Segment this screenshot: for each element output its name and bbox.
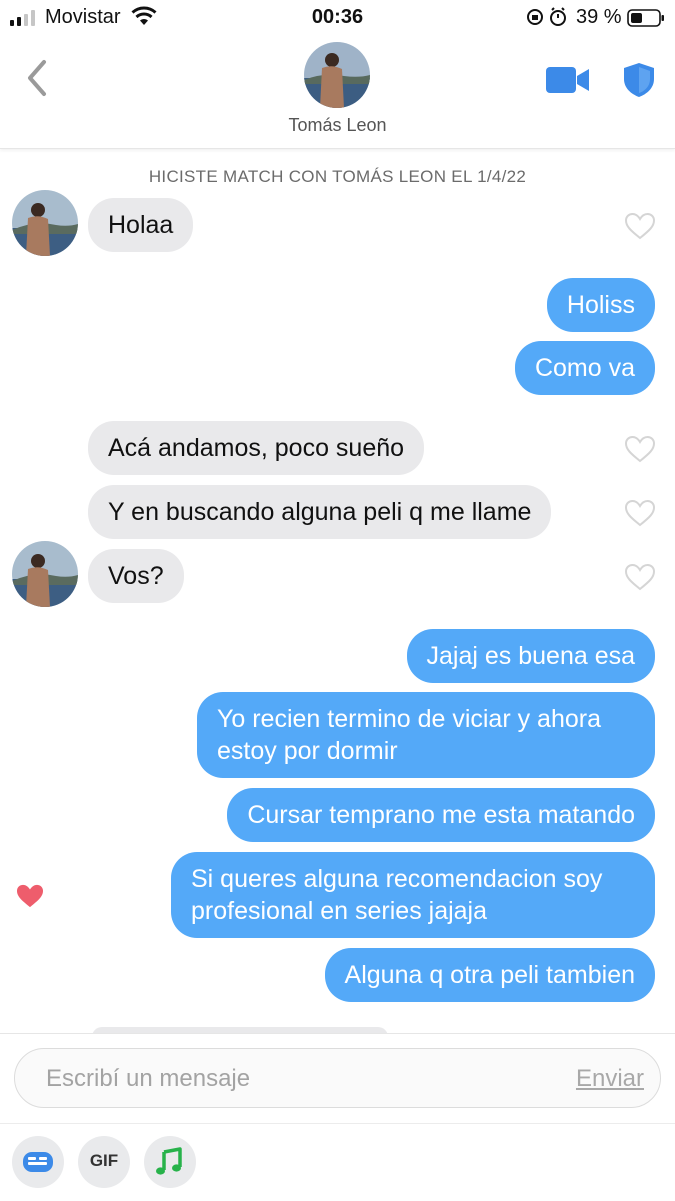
- header-avatar[interactable]: [304, 42, 370, 108]
- card-icon: [23, 1152, 53, 1172]
- card-button[interactable]: [12, 1136, 64, 1188]
- rotation-lock-icon: [527, 7, 566, 26]
- chat-header: Tomás Leon: [0, 34, 675, 149]
- match-notice: HICISTE MATCH CON TOMÁS LEON EL 1/4/22: [148, 167, 527, 186]
- message-incoming[interactable]: Holaa: [88, 198, 194, 252]
- message-outgoing[interactable]: Como va: [514, 341, 655, 395]
- message-incoming[interactable]: Acá andamos, poco sueño: [88, 421, 425, 475]
- music-button[interactable]: [144, 1136, 196, 1188]
- avatar[interactable]: [12, 190, 78, 256]
- send-button[interactable]: Enviar: [576, 1065, 644, 1093]
- battery-percentage: 39 %: [576, 6, 622, 28]
- message-placeholder: Escribí un mensaje: [46, 1065, 251, 1092]
- safety-shield-icon[interactable]: [623, 62, 655, 98]
- liked-heart-icon: [17, 884, 43, 908]
- status-bar: Movistar 00:36 39 %: [0, 0, 675, 34]
- like-heart-icon[interactable]: [624, 435, 656, 463]
- contact-name[interactable]: Tomás Leon: [0, 115, 675, 136]
- video-call-icon[interactable]: [546, 66, 590, 94]
- like-heart-icon[interactable]: [624, 212, 656, 240]
- message-outgoing[interactable]: Jajaj es buena esa: [406, 629, 655, 683]
- divider: [0, 1123, 675, 1124]
- avatar[interactable]: [12, 541, 78, 607]
- music-note-icon: [156, 1147, 182, 1175]
- message-incoming[interactable]: Vos?: [88, 549, 184, 603]
- message-outgoing[interactable]: Cursar temprano me esta matando: [227, 788, 655, 842]
- gif-button[interactable]: GIF: [78, 1136, 130, 1188]
- like-heart-icon[interactable]: [624, 563, 656, 591]
- message-input[interactable]: Escribí un mensaje Enviar: [14, 1048, 661, 1108]
- like-heart-icon[interactable]: [624, 499, 656, 527]
- message-outgoing[interactable]: Si queres alguna recomendacion soy profe…: [171, 852, 655, 938]
- message-incoming[interactable]: Y en buscando alguna peli q me llame: [88, 485, 552, 539]
- message-outgoing[interactable]: Holiss: [546, 278, 655, 332]
- clock: 00:36: [311, 6, 364, 28]
- message-outgoing[interactable]: Alguna q otra peli tambien: [324, 948, 655, 1002]
- composer: Escribí un mensaje Enviar GIF: [0, 1033, 675, 1201]
- gif-label: GIF: [89, 1151, 119, 1170]
- battery-icon: [627, 9, 664, 27]
- back-arrow-icon[interactable]: [22, 58, 52, 98]
- message-outgoing[interactable]: Yo recien termino de viciar y ahora esto…: [197, 692, 655, 778]
